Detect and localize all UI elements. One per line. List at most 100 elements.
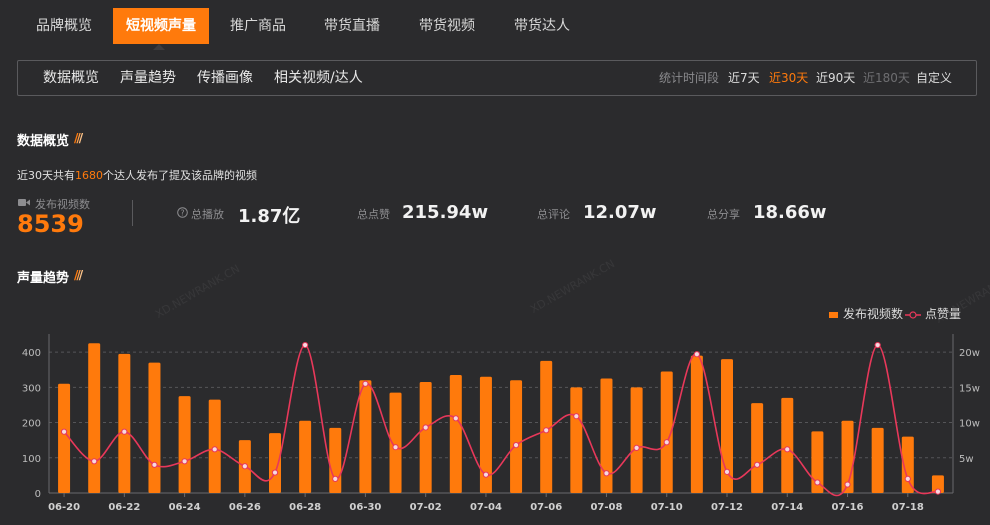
bar (510, 380, 523, 493)
line-point (271, 469, 279, 476)
line-point (543, 427, 550, 434)
video-count-value: 8539 (17, 210, 84, 238)
bar (118, 353, 131, 493)
x-tick-label: 07-04 (470, 502, 502, 513)
x-tick-label: 07-12 (711, 502, 743, 513)
tab-commerce-influencers[interactable]: 带货达人 (500, 8, 584, 44)
tab-live-commerce[interactable]: 带货直播 (310, 8, 394, 44)
line-point (60, 428, 68, 435)
line-point (904, 475, 911, 483)
shares-value: 18.66w (753, 202, 827, 223)
summary-prefix: 近30天共有 (17, 169, 75, 182)
tab-commerce-videos[interactable]: 带货视频 (405, 8, 489, 44)
x-tick-label: 07-02 (410, 502, 442, 513)
legend-line-label[interactable]: 点赞量 (925, 307, 961, 321)
subtab-audience-profile[interactable]: 传播画像 (197, 61, 253, 95)
y-left-tick-label: 400 (22, 348, 41, 359)
y-left-tick-label: 300 (22, 383, 41, 394)
line-point (332, 475, 339, 483)
x-tick-label: 07-10 (651, 502, 683, 513)
trend-title-decoration: /// (74, 268, 84, 282)
comments-label: 总评论 (537, 208, 570, 221)
line-point (422, 424, 429, 431)
subtab-data-overview[interactable]: 数据概览 (43, 61, 99, 95)
x-tick-label: 06-26 (229, 502, 261, 513)
x-tick-label: 07-14 (771, 502, 803, 513)
sub-nav: 数据概览 声量趋势 传播画像 相关视频/达人 统计时间段 近7天 近30天 近9… (17, 60, 977, 96)
period-30d[interactable]: 近30天 (769, 61, 808, 95)
line-point (512, 441, 520, 449)
tab-promoted-products[interactable]: 推广商品 (216, 8, 300, 44)
likes-line (63, 344, 939, 497)
chart-legend: 发布视频数 (829, 305, 903, 322)
x-tick-label: 07-16 (832, 502, 864, 513)
subtab-related-videos[interactable]: 相关视频/达人 (274, 61, 363, 95)
likes-value: 215.94w (402, 202, 489, 223)
bar (781, 397, 794, 493)
line-point (362, 380, 369, 387)
line-point (934, 488, 942, 495)
likes-label: 总点赞 (357, 208, 390, 221)
bar (871, 427, 884, 493)
y-right-tick-label: 20w (959, 348, 980, 359)
bar (449, 374, 462, 493)
period-label: 统计时间段 (659, 71, 720, 85)
line-point (633, 444, 640, 452)
bar (178, 396, 191, 493)
y-left-tick-label: 200 (22, 419, 41, 430)
x-tick-label: 06-20 (48, 502, 80, 513)
bar (299, 420, 312, 493)
y-right-tick-label: 5w (959, 454, 974, 465)
y-left-tick-label: 100 (22, 454, 41, 465)
line-point (754, 461, 761, 468)
bar (148, 362, 161, 493)
line-point (874, 341, 881, 349)
bar (690, 355, 703, 493)
x-tick-label: 07-18 (892, 502, 924, 513)
line-point (663, 439, 670, 446)
bar (570, 387, 583, 493)
period-180d[interactable]: 近180天 (863, 61, 910, 95)
line-point (452, 415, 459, 422)
trend-title: 声量趋势 (17, 271, 70, 286)
line-point (181, 458, 188, 465)
plays-label: 总播放 (191, 208, 224, 221)
line-point (723, 468, 731, 475)
bar (751, 403, 764, 493)
shares-label: 总分享 (707, 208, 740, 221)
legend-bar-label[interactable]: 发布视频数 (843, 307, 903, 321)
active-tab-caret (153, 44, 165, 50)
x-tick-label: 06-22 (108, 502, 140, 513)
bar (359, 380, 372, 493)
watermark: XD.NEWRANK.CN (153, 262, 243, 321)
x-tick-label: 06-28 (289, 502, 321, 513)
legend-bar-swatch (829, 311, 838, 318)
summary-suffix: 个达人发布了提及该品牌的视频 (103, 169, 257, 182)
y-right-tick-label: 15w (959, 383, 980, 394)
period-90d[interactable]: 近90天 (816, 61, 855, 95)
overview-summary: 近30天共有1680个达人发布了提及该品牌的视频 (17, 167, 257, 183)
line-point (302, 341, 309, 349)
y-left-tick-label: 0 (35, 489, 41, 500)
tab-short-video-volume[interactable]: 短视频声量 (113, 8, 209, 44)
line-point (693, 351, 700, 358)
x-tick-label: 07-08 (590, 502, 622, 513)
overview-title-decoration: /// (74, 131, 84, 145)
period-custom[interactable]: 自定义 (916, 61, 952, 95)
line-point (121, 428, 128, 435)
y-right-tick-label: 10w (959, 419, 980, 430)
line-point (392, 444, 399, 451)
x-tick-label: 06-30 (349, 502, 381, 513)
help-icon[interactable]: ? (177, 207, 188, 218)
overview-title: 数据概览 (17, 134, 70, 149)
tab-brand-overview[interactable]: 品牌概览 (22, 8, 106, 44)
line-point (603, 470, 610, 477)
x-tick-label: 06-24 (169, 502, 201, 513)
watermark: XD.NEWRANK.CN (528, 257, 618, 316)
kpi-divider (132, 200, 133, 226)
subtab-volume-trend[interactable]: 声量趋势 (120, 61, 176, 95)
line-point (91, 458, 98, 465)
line-point (844, 481, 851, 488)
line-point (784, 446, 791, 453)
period-7d[interactable]: 近7天 (728, 61, 760, 95)
